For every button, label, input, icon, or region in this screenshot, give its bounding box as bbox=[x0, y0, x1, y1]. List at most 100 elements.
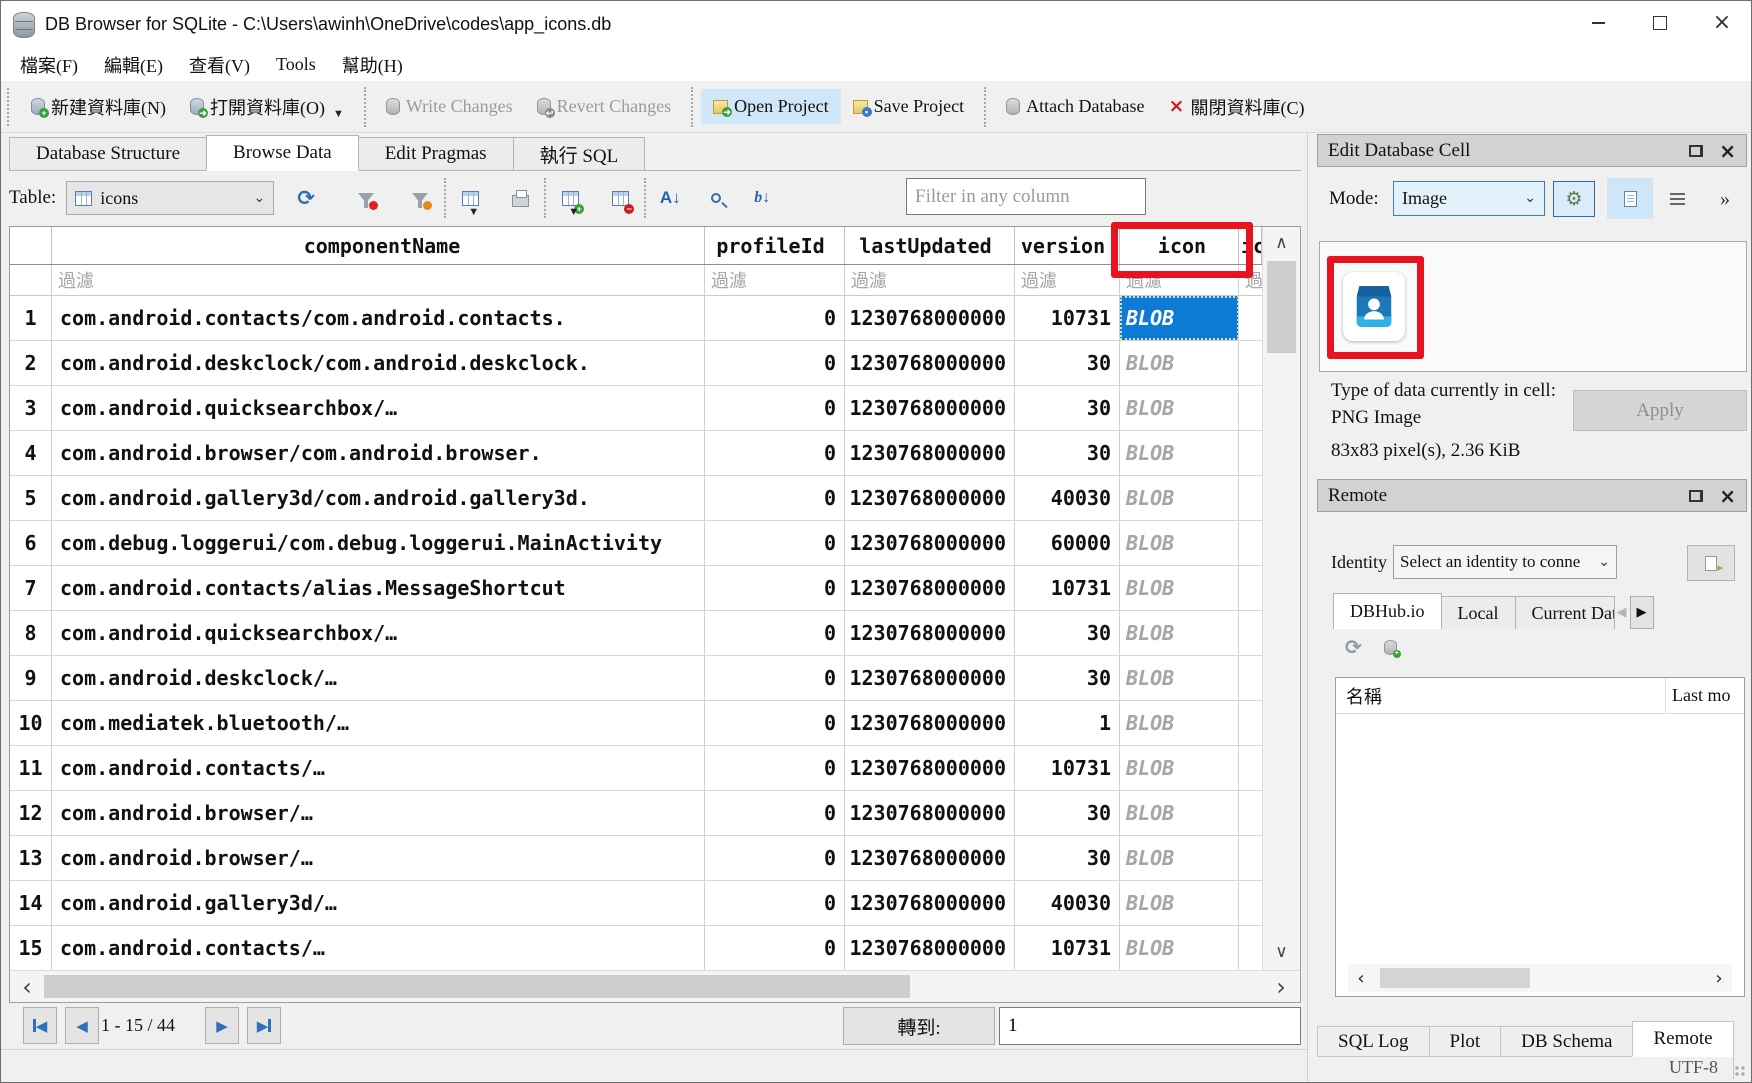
cell-icon[interactable]: BLOB bbox=[1120, 656, 1239, 700]
minimize-button[interactable] bbox=[1567, 1, 1629, 45]
filter-profileId[interactable]: 過濾 bbox=[705, 265, 845, 295]
cell-version[interactable]: 10731 bbox=[1015, 926, 1120, 970]
cell-componentName[interactable]: com.android.deskclock/… bbox=[52, 656, 705, 700]
cell-profileId[interactable]: 0 bbox=[705, 701, 845, 745]
cell-lastUpdated[interactable]: 1230768000000 bbox=[845, 881, 1015, 925]
cell-componentName[interactable]: com.android.quicksearchbox/… bbox=[52, 611, 705, 655]
dock-tab-db-schema[interactable]: DB Schema bbox=[1500, 1026, 1633, 1057]
word-wrap-button[interactable] bbox=[1659, 183, 1695, 215]
cell-lastUpdated[interactable]: 1230768000000 bbox=[845, 791, 1015, 835]
cell-version[interactable]: 30 bbox=[1015, 431, 1120, 475]
cell-componentName[interactable]: com.android.browser/com.android.browser. bbox=[52, 431, 705, 475]
cell-version[interactable]: 30 bbox=[1015, 791, 1120, 835]
dock-tab-sql-log[interactable]: SQL Log bbox=[1317, 1026, 1430, 1057]
cell-profileId[interactable]: 0 bbox=[705, 791, 845, 835]
cell-componentName[interactable]: com.android.contacts/alias.MessageShortc… bbox=[52, 566, 705, 610]
cell-lastUpdated[interactable]: 1230768000000 bbox=[845, 836, 1015, 880]
cell-lastUpdated[interactable]: 1230768000000 bbox=[845, 701, 1015, 745]
table-row[interactable]: 7 com.android.contacts/alias.MessageShor… bbox=[10, 566, 1262, 611]
cell-icon[interactable]: BLOB bbox=[1120, 791, 1239, 835]
cell-version[interactable]: 30 bbox=[1015, 836, 1120, 880]
scroll-left-icon[interactable]: ‹ bbox=[12, 971, 42, 1002]
filter-version[interactable]: 過濾 bbox=[1015, 265, 1120, 295]
cell-lastUpdated[interactable]: 1230768000000 bbox=[845, 341, 1015, 385]
cell-version[interactable]: 30 bbox=[1015, 611, 1120, 655]
tab-execute-sql[interactable]: 執行 SQL bbox=[513, 137, 646, 170]
save-table-button[interactable]: ▼ bbox=[454, 182, 486, 214]
scroll-down-icon[interactable]: ∨ bbox=[1263, 936, 1300, 968]
cell-profileId[interactable]: 0 bbox=[705, 881, 845, 925]
corner-cell[interactable] bbox=[10, 227, 52, 264]
goto-button[interactable]: 轉到: bbox=[843, 1007, 995, 1045]
remote-col-name[interactable]: 名稱 bbox=[1336, 678, 1666, 713]
cell-version[interactable]: 40030 bbox=[1015, 881, 1120, 925]
table-row[interactable]: 9 com.android.deskclock/… 0 123076800000… bbox=[10, 656, 1262, 701]
delete-record-button[interactable]: − bbox=[604, 182, 636, 214]
cell-profileId[interactable]: 0 bbox=[705, 431, 845, 475]
table-row[interactable]: 13 com.android.browser/… 0 1230768000000… bbox=[10, 836, 1262, 881]
clone-database-icon[interactable]: + bbox=[1384, 640, 1397, 655]
save-filter-button[interactable] bbox=[404, 182, 436, 214]
replace-button[interactable]: b↓ bbox=[746, 182, 778, 214]
scroll-left-icon[interactable]: ‹ bbox=[1348, 968, 1374, 989]
cell-lastUpdated[interactable]: 1230768000000 bbox=[845, 611, 1015, 655]
cell-version[interactable]: 10731 bbox=[1015, 566, 1120, 610]
tab-scroll-right-icon[interactable]: ▶ bbox=[1630, 596, 1654, 629]
cell-icon[interactable]: BLOB bbox=[1120, 926, 1239, 970]
previous-record-button[interactable]: ◀ bbox=[65, 1007, 99, 1044]
remote-list-scrollbar[interactable]: ‹ › bbox=[1348, 964, 1732, 992]
cell-componentName[interactable]: com.android.deskclock/com.android.deskcl… bbox=[52, 341, 705, 385]
cell-componentName[interactable]: com.android.contacts/… bbox=[52, 746, 705, 790]
cell-componentName[interactable]: com.android.gallery3d/… bbox=[52, 881, 705, 925]
remote-refresh-icon[interactable]: ⟳ bbox=[1345, 635, 1362, 659]
cell-icon[interactable]: BLOB bbox=[1120, 836, 1239, 880]
cell-icon[interactable]: BLOB bbox=[1120, 296, 1239, 340]
col-header-componentName[interactable]: componentName bbox=[52, 227, 705, 264]
filter-componentName[interactable]: 過濾 bbox=[52, 265, 705, 295]
cell-lastUpdated[interactable]: 1230768000000 bbox=[845, 386, 1015, 430]
cell-icon[interactable]: BLOB bbox=[1120, 701, 1239, 745]
resize-grip-icon[interactable] bbox=[1735, 1066, 1747, 1078]
toolbar-drag-handle[interactable] bbox=[7, 88, 15, 126]
cell-componentName[interactable]: com.debug.loggerui/com.debug.loggerui.Ma… bbox=[52, 521, 705, 565]
col-header-profileId[interactable]: profileId bbox=[705, 227, 845, 264]
cell-lastUpdated[interactable]: 1230768000000 bbox=[845, 296, 1015, 340]
cell-icon[interactable]: BLOB bbox=[1120, 746, 1239, 790]
insert-record-button[interactable]: +▼ bbox=[554, 182, 586, 214]
cell-icon[interactable]: BLOB bbox=[1120, 881, 1239, 925]
cell-version[interactable]: 30 bbox=[1015, 341, 1120, 385]
cell-icon[interactable]: BLOB bbox=[1120, 341, 1239, 385]
table-row[interactable]: 4 com.android.browser/com.android.browse… bbox=[10, 431, 1262, 476]
tab-scroll-left-icon[interactable]: ◀ bbox=[1614, 605, 1630, 620]
cell-version[interactable]: 10731 bbox=[1015, 296, 1120, 340]
cell-icon[interactable]: BLOB bbox=[1120, 611, 1239, 655]
goto-input[interactable] bbox=[999, 1007, 1301, 1045]
cell-version[interactable]: 1 bbox=[1015, 701, 1120, 745]
cell-lastUpdated[interactable]: 1230768000000 bbox=[845, 476, 1015, 520]
cell-profileId[interactable]: 0 bbox=[705, 746, 845, 790]
more-tools-button[interactable]: » bbox=[1707, 181, 1743, 217]
table-row[interactable]: 14 com.android.gallery3d/… 0 12307680000… bbox=[10, 881, 1262, 926]
cell-componentName[interactable]: com.android.browser/… bbox=[52, 791, 705, 835]
cell-profileId[interactable]: 0 bbox=[705, 521, 845, 565]
cell-icon[interactable]: BLOB bbox=[1120, 566, 1239, 610]
close-panel-icon[interactable]: × bbox=[1719, 141, 1736, 161]
maximize-button[interactable] bbox=[1629, 1, 1691, 45]
col-header-version[interactable]: version bbox=[1015, 227, 1120, 264]
col-header-lastUpdated[interactable]: lastUpdated bbox=[845, 227, 1015, 264]
cell-componentName[interactable]: com.android.contacts/com.android.contact… bbox=[52, 296, 705, 340]
cell-profileId[interactable]: 0 bbox=[705, 611, 845, 655]
cell-componentName[interactable]: com.mediatek.bluetooth/… bbox=[52, 701, 705, 745]
first-record-button[interactable]: ◀ bbox=[23, 1007, 57, 1044]
menu-file[interactable]: 檔案(F) bbox=[7, 49, 91, 81]
new-database-button[interactable]: + 新建資料庫(N) bbox=[19, 87, 178, 127]
remote-scroll-thumb[interactable] bbox=[1380, 968, 1530, 988]
menu-help[interactable]: 幫助(H) bbox=[329, 49, 416, 81]
cell-lastUpdated[interactable]: 1230768000000 bbox=[845, 521, 1015, 565]
cell-profileId[interactable]: 0 bbox=[705, 566, 845, 610]
write-changes-button[interactable]: Write Changes bbox=[374, 89, 525, 124]
tab-browse-data[interactable]: Browse Data bbox=[206, 135, 359, 171]
table-row[interactable]: 6 com.debug.loggerui/com.debug.loggerui.… bbox=[10, 521, 1262, 566]
scroll-up-icon[interactable]: ∧ bbox=[1263, 227, 1300, 259]
cell-version[interactable]: 60000 bbox=[1015, 521, 1120, 565]
